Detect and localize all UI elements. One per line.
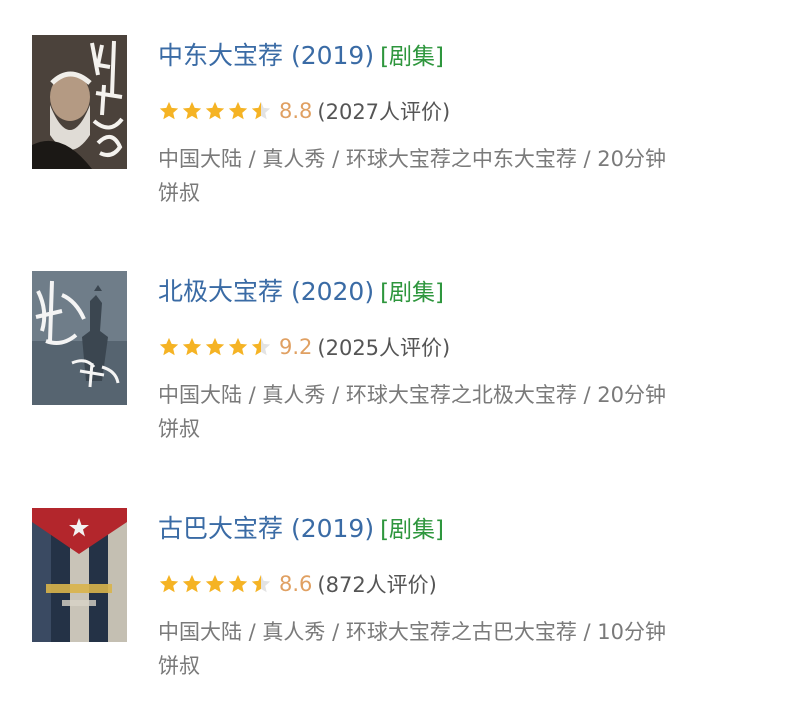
star-full-icon	[159, 574, 179, 593]
bearded-man-poster-icon	[32, 35, 127, 169]
rating-row: 8.6 (872人评价)	[158, 567, 437, 601]
rating-row: 9.2 (2025人评价)	[158, 330, 450, 364]
star-half-icon	[251, 101, 271, 120]
star-full-icon	[159, 101, 179, 120]
list-item: 北极大宝荐 (2020) [剧集] 9.2 (2025人评价) 中国大陆 / 真人…	[0, 236, 812, 441]
item-meta: 中国大陆 / 真人秀 / 环球大宝荐之北极大宝荐 / 20分钟 饼叔	[158, 378, 778, 446]
meta-info: 中国大陆 / 真人秀 / 环球大宝荐之古巴大宝荐 / 10分钟	[158, 620, 666, 644]
star-full-icon	[228, 574, 248, 593]
rating-count: (2027人评价)	[317, 100, 451, 124]
star-full-icon	[182, 337, 202, 356]
star-full-icon	[205, 101, 225, 120]
poster-thumbnail[interactable]	[32, 508, 127, 642]
star-half-icon	[251, 337, 271, 356]
type-badge: [剧集]	[380, 517, 445, 543]
type-badge: [剧集]	[380, 44, 445, 70]
star-full-icon	[182, 574, 202, 593]
arctic-statue-poster-icon	[32, 271, 127, 405]
cuban-flag-poster-icon	[32, 508, 127, 642]
star-rating	[158, 100, 273, 122]
star-full-icon	[182, 101, 202, 120]
title-link[interactable]: 古巴大宝荐 (2019)	[158, 514, 374, 543]
rating-score: 9.2	[279, 335, 313, 359]
star-rating	[158, 336, 273, 358]
rating-score: 8.8	[279, 99, 313, 123]
star-full-icon	[228, 101, 248, 120]
meta-author: 饼叔	[158, 417, 200, 441]
type-badge: [剧集]	[380, 280, 445, 306]
poster-thumbnail[interactable]	[32, 271, 127, 405]
item-meta: 中国大陆 / 真人秀 / 环球大宝荐之古巴大宝荐 / 10分钟 饼叔	[158, 615, 778, 683]
item-meta: 中国大陆 / 真人秀 / 环球大宝荐之中东大宝荐 / 20分钟 饼叔	[158, 142, 778, 210]
title-row: 北极大宝荐 (2020) [剧集]	[158, 274, 444, 310]
star-full-icon	[205, 337, 225, 356]
list-item: 中东大宝荐 (2019) [剧集] 8.8 (2027人评价) 中国大陆 / 真人…	[0, 0, 812, 205]
title-row: 古巴大宝荐 (2019) [剧集]	[158, 511, 444, 547]
star-full-icon	[228, 337, 248, 356]
star-rating	[158, 573, 273, 595]
result-list: 中东大宝荐 (2019) [剧集] 8.8 (2027人评价) 中国大陆 / 真人…	[0, 0, 812, 710]
rating-count: (872人评价)	[317, 573, 437, 597]
meta-info: 中国大陆 / 真人秀 / 环球大宝荐之北极大宝荐 / 20分钟	[158, 383, 666, 407]
list-item: 古巴大宝荐 (2019) [剧集] 8.6 (872人评价) 中国大陆 / 真人秀…	[0, 473, 812, 678]
title-link[interactable]: 中东大宝荐 (2019)	[158, 41, 374, 70]
title-row: 中东大宝荐 (2019) [剧集]	[158, 38, 444, 74]
title-link[interactable]: 北极大宝荐 (2020)	[158, 277, 374, 306]
meta-info: 中国大陆 / 真人秀 / 环球大宝荐之中东大宝荐 / 20分钟	[158, 147, 666, 171]
rating-row: 8.8 (2027人评价)	[158, 94, 450, 128]
rating-count: (2025人评价)	[317, 336, 451, 360]
rating-score: 8.6	[279, 572, 313, 596]
meta-author: 饼叔	[158, 654, 200, 678]
star-full-icon	[205, 574, 225, 593]
star-half-icon	[251, 574, 271, 593]
poster-thumbnail[interactable]	[32, 35, 127, 169]
meta-author: 饼叔	[158, 181, 200, 205]
star-full-icon	[159, 337, 179, 356]
